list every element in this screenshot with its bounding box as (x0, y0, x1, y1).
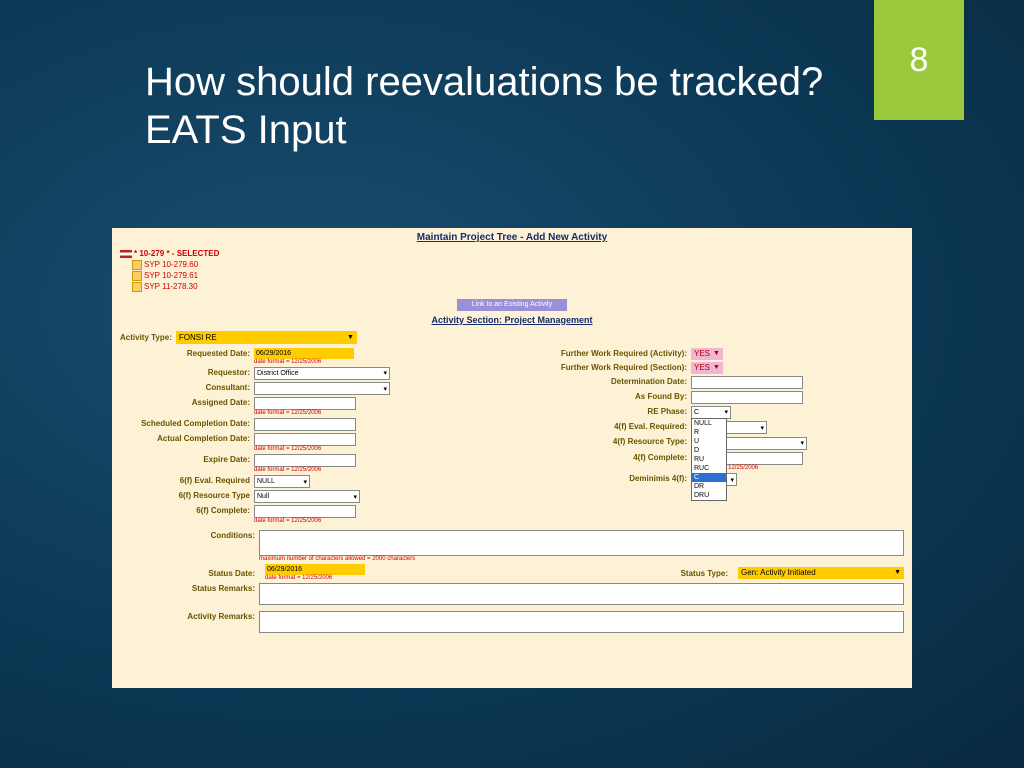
requested-date-input[interactable]: 06/29/2016 (254, 348, 354, 359)
status-date-input[interactable]: 06/29/2016 (265, 564, 365, 575)
fw-section-select[interactable]: YES▼ (691, 362, 723, 374)
dropdown-option[interactable]: D (692, 446, 726, 455)
flag-icon (120, 250, 132, 258)
folder-icon (132, 260, 142, 270)
char-limit-hint: maximum number of characters allowed = 2… (259, 556, 904, 562)
6f-resource-select[interactable]: Null▾ (254, 490, 360, 503)
chevron-down-icon: ▾ (383, 369, 387, 377)
dropdown-option[interactable]: RU (692, 455, 726, 464)
requested-date-label: Requested Date: (120, 348, 254, 358)
actual-completion-input[interactable] (254, 433, 356, 446)
form-header: Maintain Project Tree - Add New Activity (112, 228, 912, 247)
dropdown-option[interactable]: DRU (692, 491, 726, 500)
date-hint: date format = 12/25/2006 (254, 446, 502, 452)
dropdown-option[interactable]: DR (692, 482, 726, 491)
4f-eval-label: 4(f) Eval. Required: (522, 421, 691, 431)
slide-title: How should reevaluations be tracked? EAT… (145, 58, 825, 154)
folder-icon (132, 271, 142, 281)
deminimis-4f-label: Deminimis 4(f): (522, 473, 691, 483)
activity-remarks-textarea[interactable] (259, 611, 904, 633)
tree-selected-node[interactable]: * 10-279 * - SELECTED (120, 249, 904, 260)
tree-item[interactable]: SYP 10-279.61 (132, 271, 904, 282)
determination-date-label: Determination Date: (522, 376, 691, 386)
chevron-down-icon: ▾ (800, 439, 804, 447)
status-type-select[interactable]: Gen: Activity Initiated▼ (738, 567, 904, 579)
chevron-down-icon: ▾ (353, 493, 357, 501)
tree-item[interactable]: SYP 10-279.60 (132, 260, 904, 271)
conditions-label: Conditions: (120, 530, 259, 562)
6f-complete-label: 6(f) Complete: (120, 505, 254, 515)
tree-item[interactable]: SYP 11-278.30 (132, 282, 904, 293)
dropdown-option[interactable]: NULL (692, 419, 726, 428)
6f-eval-select[interactable]: NULL▾ (254, 475, 310, 488)
chevron-down-icon: ▼ (347, 334, 354, 341)
expire-date-label: Expire Date: (120, 454, 254, 464)
6f-eval-label: 6(f) Eval. Required (120, 475, 254, 485)
fw-section-label: Further Work Required (Section): (522, 362, 691, 372)
left-column: Requested Date:06/29/2016date format = 1… (120, 348, 502, 527)
chevron-down-icon: ▾ (303, 478, 307, 486)
right-column: Further Work Required (Activity):YES▼ Fu… (522, 348, 904, 527)
date-hint: date format = 12/25/2006 (265, 575, 365, 581)
date-hint: date format = 12/25/2006 (254, 359, 502, 365)
re-phase-dropdown[interactable]: NULL R U D RU RUC C DR DRU (691, 418, 727, 502)
requestor-select[interactable]: District Office▾ (254, 367, 390, 380)
chevron-down-icon: ▼ (713, 350, 720, 357)
date-hint: date format = 12/25/2006 (254, 410, 502, 416)
dropdown-option[interactable]: U (692, 437, 726, 446)
requestor-label: Requestor: (120, 367, 254, 377)
re-phase-label: RE Phase: (522, 406, 691, 416)
expire-date-input[interactable] (254, 454, 356, 467)
status-type-label: Status Type: (681, 568, 732, 578)
activity-type-select[interactable]: FONSI RE▼ (176, 331, 357, 344)
date-hint: date format = 12/25/2006 (254, 467, 502, 473)
scheduled-completion-input[interactable] (254, 418, 356, 431)
4f-resource-label: 4(f) Resource Type: (522, 436, 691, 446)
scheduled-completion-label: Scheduled Completion Date: (120, 418, 254, 428)
chevron-down-icon: ▾ (760, 424, 764, 432)
project-tree: * 10-279 * - SELECTED SYP 10-279.60 SYP … (112, 247, 912, 299)
6f-resource-label: 6(f) Resource Type (120, 490, 254, 500)
eats-screenshot: Maintain Project Tree - Add New Activity… (112, 228, 912, 688)
activity-type-label: Activity Type: (120, 333, 172, 342)
6f-complete-input[interactable] (254, 505, 356, 518)
conditions-textarea[interactable] (259, 530, 904, 556)
fw-activity-label: Further Work Required (Activity): (522, 348, 691, 358)
activity-section-title: Activity Section: Project Management (112, 315, 912, 325)
chevron-down-icon: ▾ (730, 476, 734, 484)
chevron-down-icon: ▼ (713, 364, 720, 371)
dropdown-option-selected[interactable]: C (692, 473, 726, 482)
determination-date-input[interactable] (691, 376, 803, 389)
actual-completion-label: Actual Completion Date: (120, 433, 254, 443)
link-existing-activity-button[interactable]: Link to an Existing Activity (457, 299, 567, 311)
chevron-down-icon: ▾ (383, 385, 387, 393)
status-remarks-textarea[interactable] (259, 583, 904, 605)
assigned-date-label: Assigned Date: (120, 397, 254, 407)
as-found-by-label: As Found By: (522, 391, 691, 401)
date-hint: date format = 12/25/2006 (254, 518, 502, 524)
page-number-badge: 8 (874, 0, 964, 120)
as-found-by-input[interactable] (691, 391, 803, 404)
status-date-label: Status Date: (120, 568, 259, 578)
dropdown-option[interactable]: R (692, 428, 726, 437)
consultant-select[interactable]: ▾ (254, 382, 390, 395)
fw-activity-select[interactable]: YES▼ (691, 348, 723, 360)
dropdown-option[interactable]: RUC (692, 464, 726, 473)
consultant-label: Consultant: (120, 382, 254, 392)
activity-remarks-label: Activity Remarks: (120, 611, 259, 633)
assigned-date-input[interactable] (254, 397, 356, 410)
status-remarks-label: Status Remarks: (120, 583, 259, 605)
4f-complete-label: 4(f) Complete: (522, 452, 691, 462)
folder-icon (132, 282, 142, 292)
chevron-down-icon: ▼ (894, 569, 901, 576)
slide: 8 How should reevaluations be tracked? E… (0, 0, 1024, 768)
chevron-down-icon: ▾ (724, 408, 728, 416)
